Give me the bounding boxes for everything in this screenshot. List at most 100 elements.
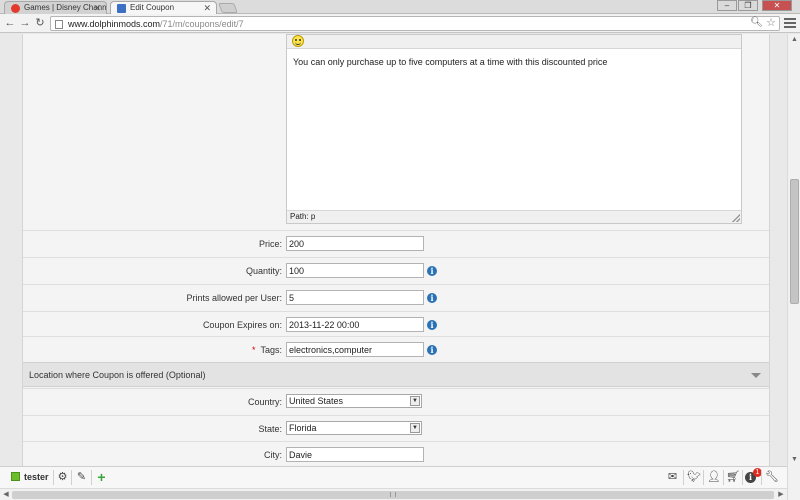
tags-label-text: Tags: [260,345,282,355]
price-row: Price: [23,230,769,257]
tab-title: Edit Coupon [130,3,175,12]
info-icon[interactable]: i [427,293,437,303]
forward-button[interactable]: → [18,16,32,30]
scroll-down-icon[interactable]: ▼ [788,454,800,466]
chrome-menu-button[interactable] [784,17,796,29]
info-icon[interactable]: i [427,320,437,330]
add-icon[interactable]: + [95,470,108,484]
vertical-scrollbar[interactable]: ▲ ▼ [787,34,800,466]
country-select[interactable]: United States ▼ [286,394,422,408]
disney-favicon-icon [11,4,20,13]
wrench-icon[interactable]: 🔧︎ [765,471,779,484]
arrow-right-icon: → [19,17,31,29]
dropdown-arrow-icon[interactable]: ▼ [410,396,420,406]
quantity-label: Quantity: [245,266,282,276]
close-icon[interactable]: ✕ [93,2,101,14]
user-icon[interactable]: 👤︎ [707,471,721,484]
arrow-left-icon: ← [4,17,16,29]
price-label: Price: [258,239,282,249]
city-input[interactable] [286,447,424,462]
url-host: www.dolphinmods.com [68,19,161,29]
scroll-up-icon[interactable]: ▲ [788,34,800,46]
state-row: State: Florida ▼ [23,415,769,442]
state-select[interactable]: Florida ▼ [286,421,422,435]
description-editor[interactable]: You can only purchase up to five compute… [286,34,742,224]
page-favicon-icon [117,4,126,13]
tags-input[interactable] [286,342,424,357]
expires-label: Coupon Expires on: [202,320,282,330]
location-section-title: Location where Coupon is offered (Option… [29,370,206,380]
resize-grip-icon[interactable] [732,214,740,222]
edit-coupon-form: You can only purchase up to five compute… [22,34,770,466]
reload-icon: ↻ [35,17,45,29]
prints-input[interactable] [286,290,424,305]
browser-toolbar: ← → ↻ www.dolphinmods.com/71/m/coupons/e… [0,14,800,33]
gear-icon[interactable]: ⚙ [56,471,69,484]
divider [761,470,762,485]
editor-toolbar [287,35,741,49]
reload-button[interactable]: ↻ [33,16,47,30]
price-input[interactable] [286,236,424,251]
cart-icon[interactable]: 🛒︎ [726,471,740,484]
divider [53,470,54,485]
editor-content[interactable]: You can only purchase up to five compute… [293,57,607,67]
user-status-icon [11,472,20,481]
admin-toolbar: tester ⚙ ✎ + ✉ 🐦︎ 👤︎ 🛒︎ i 1 🔧︎ [0,466,787,488]
city-row: City: [23,441,769,466]
tags-row: * Tags: i [23,336,769,363]
prints-label: Prints allowed per User: [186,293,282,303]
quantity-input[interactable] [286,263,424,278]
scrollbar-corner [787,466,800,500]
address-bar[interactable]: www.dolphinmods.com/71/m/coupons/edit/7 … [50,16,780,31]
page-icon [55,20,63,29]
divider [742,470,743,485]
tab-disney-games[interactable]: Games | Disney Channel ⊞ ✕ [4,1,107,14]
back-button[interactable]: ← [3,16,17,30]
twitter-bird-icon[interactable]: 🐦︎ [687,471,701,484]
page-viewport: You can only purchase up to five compute… [0,34,800,466]
location-section-header[interactable]: Location where Coupon is offered (Option… [23,362,769,387]
scroll-grip-icon [390,492,396,497]
city-label: City: [264,450,282,460]
close-window-button[interactable]: ✕ [762,0,792,11]
divider [703,470,704,485]
editor-path: Path: p [290,212,316,221]
bookmark-star-icon[interactable]: ☆ [766,16,776,29]
edit-icon[interactable]: ✎ [75,471,88,484]
dropdown-arrow-icon[interactable]: ▼ [410,423,420,433]
scroll-thumb[interactable] [790,179,799,304]
info-icon[interactable]: i [427,345,437,355]
divider [71,470,72,485]
minimize-button[interactable]: – [717,0,737,11]
url-text[interactable]: www.dolphinmods.com/71/m/coupons/edit/7 [68,18,244,30]
mail-icon[interactable]: ✉ [666,471,679,484]
country-label: Country: [247,397,282,407]
expires-input[interactable] [286,317,424,332]
url-path: /71/m/coupons/edit/7 [160,19,244,29]
new-tab-button[interactable] [218,3,238,13]
quantity-row: Quantity: i [23,257,769,284]
zoom-icon[interactable]: 🔍︎ [750,17,763,28]
tab-edit-coupon[interactable]: Edit Coupon ✕ [110,1,217,15]
chevron-down-icon[interactable] [751,373,761,378]
required-mark: * [251,345,256,355]
smiley-icon[interactable] [292,35,304,47]
browser-tabstrip: Games | Disney Channel ⊞ ✕ Edit Coupon ✕… [0,0,800,15]
info-icon[interactable]: i [427,266,437,276]
editor-statusbar: Path: p [287,210,741,223]
state-value: Florida [289,423,317,433]
prints-row: Prints allowed per User: i [23,284,769,311]
country-value: United States [289,396,344,406]
maximize-button[interactable]: ❐ [738,0,758,11]
scroll-right-icon[interactable]: ▶ [775,489,787,500]
expires-row: Coupon Expires on: i [23,311,769,338]
divider [723,470,724,485]
state-label: State: [258,424,282,434]
horizontal-scrollbar[interactable]: ◀ ▶ [0,488,787,500]
divider [91,470,92,485]
scroll-left-icon[interactable]: ◀ [0,489,12,500]
tags-label: * Tags: [252,345,282,355]
divider [683,470,684,485]
username[interactable]: tester [24,472,49,482]
close-icon[interactable]: ✕ [203,2,211,14]
